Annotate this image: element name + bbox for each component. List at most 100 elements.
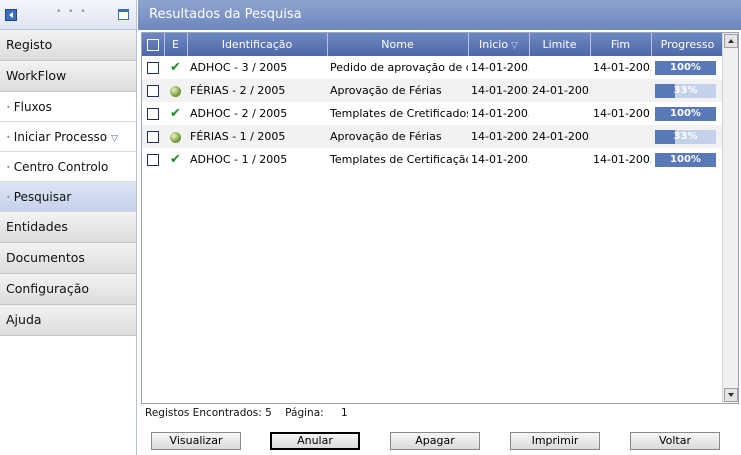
check-icon: ✔ bbox=[170, 60, 181, 75]
imprimir-button[interactable]: Imprimir bbox=[510, 432, 600, 450]
sidebar-category-workflow[interactable]: WorkFlow bbox=[0, 61, 136, 92]
sidebar-category-ajuda[interactable]: Ajuda bbox=[0, 305, 136, 336]
row-checkbox-cell[interactable] bbox=[142, 79, 164, 102]
progress-bar: 100% bbox=[655, 106, 716, 121]
vertical-scrollbar[interactable] bbox=[722, 33, 738, 403]
cell-identificacao[interactable]: ADHOC - 3 / 2005 bbox=[187, 56, 327, 79]
sidebar-category-configuracao[interactable]: Configuração bbox=[0, 274, 136, 305]
row-checkbox[interactable] bbox=[147, 131, 159, 143]
cell-fim: 14-01-2005 bbox=[590, 56, 651, 79]
cell-inicio: 14-01-2005 bbox=[468, 102, 529, 125]
cell-limite bbox=[529, 56, 590, 79]
sidebar-item-label: Centro Controlo bbox=[13, 160, 109, 174]
table-row[interactable]: ✔ ADHOC - 1 / 2005 Templates de Certificaç… bbox=[142, 148, 724, 171]
cell-identificacao[interactable]: ADHOC - 2 / 2005 bbox=[187, 102, 327, 125]
check-icon: ✔ bbox=[170, 152, 181, 167]
sidebar-category-registo[interactable]: Registo bbox=[0, 30, 136, 61]
cell-limite: 24-01-2005 bbox=[529, 125, 590, 148]
table-row[interactable]: ✔ ADHOC - 2 / 2005 Templates de Cretificad… bbox=[142, 102, 724, 125]
cell-limite bbox=[529, 102, 590, 125]
sidebar: • • • Registo WorkFlow • Fluxos • Iniciar … bbox=[0, 0, 137, 455]
column-header-nome[interactable]: Nome bbox=[327, 33, 469, 56]
status-cell bbox=[164, 125, 187, 148]
cell-identificacao[interactable]: ADHOC - 1 / 2005 bbox=[187, 148, 327, 171]
cell-inicio: 14-01-2005 bbox=[468, 79, 529, 102]
sort-desc-icon: ▽ bbox=[511, 41, 519, 51]
progress-label: 33% bbox=[673, 130, 698, 142]
sidebar-item-label: Pesquisar bbox=[13, 190, 72, 204]
cell-nome[interactable]: Templates de Certificação de bbox=[327, 148, 468, 171]
progress-label: 100% bbox=[670, 61, 701, 73]
scroll-up-icon[interactable] bbox=[724, 34, 738, 48]
table-body: ✔ ADHOC - 3 / 2005 Pedido de aprovação de … bbox=[142, 56, 724, 171]
bullet-icon: • bbox=[6, 133, 11, 142]
row-checkbox-cell[interactable] bbox=[142, 56, 164, 79]
bullet-icon: • bbox=[6, 163, 11, 172]
grip-icon[interactable]: • • • bbox=[56, 7, 88, 17]
row-checkbox-cell[interactable] bbox=[142, 148, 164, 171]
table-row[interactable]: ✔ ADHOC - 3 / 2005 Pedido de aprovação de … bbox=[142, 56, 724, 79]
anular-button[interactable]: Anular bbox=[270, 432, 360, 450]
page-label: Página: bbox=[285, 407, 324, 419]
status-cell bbox=[164, 79, 187, 102]
page-title: Resultados da Pesquisa bbox=[138, 0, 741, 30]
column-header-inicio[interactable]: Inicio ▽ bbox=[468, 33, 530, 56]
collapse-sidebar-icon[interactable] bbox=[5, 9, 17, 21]
row-checkbox-cell[interactable] bbox=[142, 125, 164, 148]
sidebar-item-fluxos[interactable]: • Fluxos bbox=[0, 92, 136, 122]
table-row[interactable]: FÉRIAS - 2 / 2005 Aprovação de Férias 14-0… bbox=[142, 79, 724, 102]
cell-nome[interactable]: Aprovação de Férias bbox=[327, 79, 468, 102]
cell-identificacao[interactable]: FÉRIAS - 1 / 2005 bbox=[187, 125, 327, 148]
visualizar-button[interactable]: Visualizar bbox=[151, 432, 241, 450]
sidebar-item-pesquisar[interactable]: • Pesquisar bbox=[0, 182, 136, 212]
cell-inicio: 14-01-2005 bbox=[468, 148, 529, 171]
sidebar-toolbar: • • • bbox=[0, 0, 136, 30]
records-count: 5 bbox=[265, 407, 272, 419]
checkbox-icon[interactable] bbox=[146, 39, 159, 51]
table-row[interactable]: FÉRIAS - 1 / 2005 Aprovação de Férias 14-0… bbox=[142, 125, 724, 148]
progress-label: 33% bbox=[673, 84, 698, 96]
action-bar: Visualizar Anular Apagar Imprimir Voltar bbox=[138, 430, 741, 455]
sidebar-item-iniciar-processo[interactable]: • Iniciar Processo ▽ bbox=[0, 122, 136, 152]
voltar-button[interactable]: Voltar bbox=[630, 432, 720, 450]
row-checkbox[interactable] bbox=[147, 62, 159, 74]
column-header-e[interactable]: E bbox=[164, 33, 188, 56]
table-header-row: E Identificação Nome Inicio ▽ Limite Fim … bbox=[142, 33, 725, 56]
cell-progresso: 33% bbox=[651, 125, 724, 148]
row-checkbox[interactable] bbox=[147, 85, 159, 97]
cell-identificacao[interactable]: FÉRIAS - 2 / 2005 bbox=[187, 79, 327, 102]
row-checkbox[interactable] bbox=[147, 108, 159, 120]
column-header-fim[interactable]: Fim bbox=[590, 33, 652, 56]
sidebar-item-centro-controlo[interactable]: • Centro Controlo bbox=[0, 152, 136, 182]
cell-nome[interactable]: Templates de Cretificados de bbox=[327, 102, 468, 125]
progress-label: 100% bbox=[670, 107, 701, 119]
cell-limite bbox=[529, 148, 590, 171]
records-label: Registos Encontrados: bbox=[145, 407, 262, 419]
bullet-icon: • bbox=[6, 193, 11, 202]
cell-inicio: 14-01-2005 bbox=[468, 56, 529, 79]
row-checkbox[interactable] bbox=[147, 154, 159, 166]
cell-nome[interactable]: Aprovação de Férias bbox=[327, 125, 468, 148]
cell-progresso: 100% bbox=[651, 102, 724, 125]
cell-fim: 14-01-2005 bbox=[590, 148, 651, 171]
cell-inicio: 14-01-2005 bbox=[468, 125, 529, 148]
column-header-limite[interactable]: Limite bbox=[529, 33, 591, 56]
scroll-down-icon[interactable] bbox=[724, 388, 738, 402]
progress-label: 100% bbox=[670, 153, 701, 165]
sidebar-item-label: Fluxos bbox=[13, 100, 52, 114]
window-icon[interactable] bbox=[118, 9, 129, 20]
sidebar-category-entidades[interactable]: Entidades bbox=[0, 212, 136, 243]
cell-fim bbox=[590, 125, 651, 148]
ball-icon bbox=[170, 85, 181, 97]
ball-icon bbox=[170, 131, 181, 143]
sidebar-category-documentos[interactable]: Documentos bbox=[0, 243, 136, 274]
row-checkbox-cell[interactable] bbox=[142, 102, 164, 125]
status-cell: ✔ bbox=[164, 148, 187, 171]
apagar-button[interactable]: Apagar bbox=[390, 432, 480, 450]
cell-progresso: 100% bbox=[651, 56, 724, 79]
cell-nome[interactable]: Pedido de aprovação de des bbox=[327, 56, 468, 79]
chevron-down-icon[interactable]: ▽ bbox=[111, 134, 118, 144]
column-header-progresso[interactable]: Progresso bbox=[651, 33, 725, 56]
column-header-identificacao[interactable]: Identificação bbox=[187, 33, 328, 56]
select-all-checkbox[interactable] bbox=[142, 33, 165, 56]
